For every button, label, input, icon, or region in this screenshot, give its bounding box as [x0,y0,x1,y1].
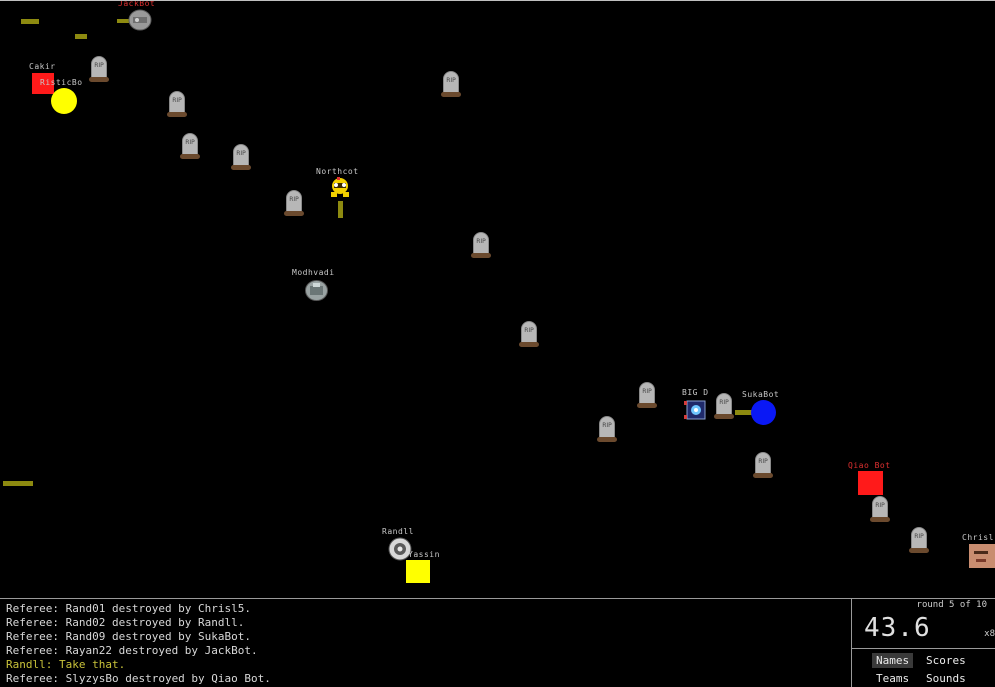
bot-name-northcot: Northcot [316,167,359,176]
modhvadi-robot[interactable] [304,279,329,302]
log-line: Referee: Rand01 destroyed by Chrisl5. [6,602,252,615]
speed-indicator: x8 [984,629,995,639]
face-eyes-icon [974,551,988,554]
bullet [75,34,87,39]
tombstone: RIP [167,91,187,117]
timer-display: 43.6 [864,613,931,643]
status-sidebar: round 5 of 10 43.6 x8 Names Scores Teams… [851,599,995,687]
bot-name-sukabot: SukaBot [742,390,780,399]
tombstone: RIP [231,144,251,170]
qiao-bot-robot[interactable] [858,471,883,495]
bot-name-yassin: Yassin [408,550,440,559]
tombstone: RIP [284,190,304,216]
jackbot-robot[interactable] [128,9,152,31]
face-mouth-icon [976,559,986,562]
tab-sounds[interactable]: Sounds [922,671,970,686]
tombstone: RIP [753,452,773,478]
log-line-chat: Randll: Take that. [6,658,126,671]
big-d-robot[interactable] [684,398,708,422]
tombstone: RIP [597,416,617,442]
tombstone: RIP [714,393,734,419]
bullet [21,19,39,24]
tombstone: RIP [471,232,491,258]
battle-arena[interactable]: RIP RIP RIP RIP RIP RIP RIP RIP RIP RIP … [0,0,995,598]
yassin-robot[interactable] [406,560,430,583]
divider [852,648,995,649]
chrisl-robot-face[interactable] [969,544,995,568]
bot-name-big-d: BIG D [682,388,709,397]
bullet [735,410,752,415]
bottom-panel: Referee: Rand01 destroyed by Chrisl5. Re… [0,598,995,687]
bot-name-cakir: Cakir [29,62,56,71]
tab-teams[interactable]: Teams [872,671,913,686]
tab-scores[interactable]: Scores [922,653,970,668]
log-line: Referee: Rand02 destroyed by Randll. [6,616,245,629]
bot-name-jackbot: JackBot [118,0,156,8]
tombstone: RIP [441,71,461,97]
bot-name-chrisl: Chrisl [962,533,994,542]
tombstone: RIP [180,133,200,159]
bot-name-qiao-bot: Qiao Bot [848,461,891,470]
sukabot-robot[interactable] [751,400,776,425]
tombstone: RIP [89,56,109,82]
tombstone: RIP [519,321,539,347]
bullet [338,201,343,218]
tombstone: RIP [637,382,657,408]
log-line: Referee: SlyzysBo destroyed by Qiao Bot. [6,672,271,685]
bot-name-randll: Randll [382,527,414,536]
risticbo-robot[interactable] [51,88,77,114]
log-line: Referee: Rand09 destroyed by SukaBot. [6,630,252,643]
round-indicator: round 5 of 10 [916,600,987,610]
tombstone: RIP [870,496,890,522]
northcot-robot[interactable] [328,177,352,199]
tab-names[interactable]: Names [872,653,914,668]
message-log: Referee: Rand01 destroyed by Chrisl5. Re… [0,599,851,687]
bullet [3,481,33,486]
tombstone: RIP [909,527,929,553]
log-line: Referee: Rayan22 destroyed by JackBot. [6,644,258,657]
bot-name-modhvadi: Modhvadi [292,268,335,277]
bot-name-risticbo: RisticBo [40,78,83,87]
